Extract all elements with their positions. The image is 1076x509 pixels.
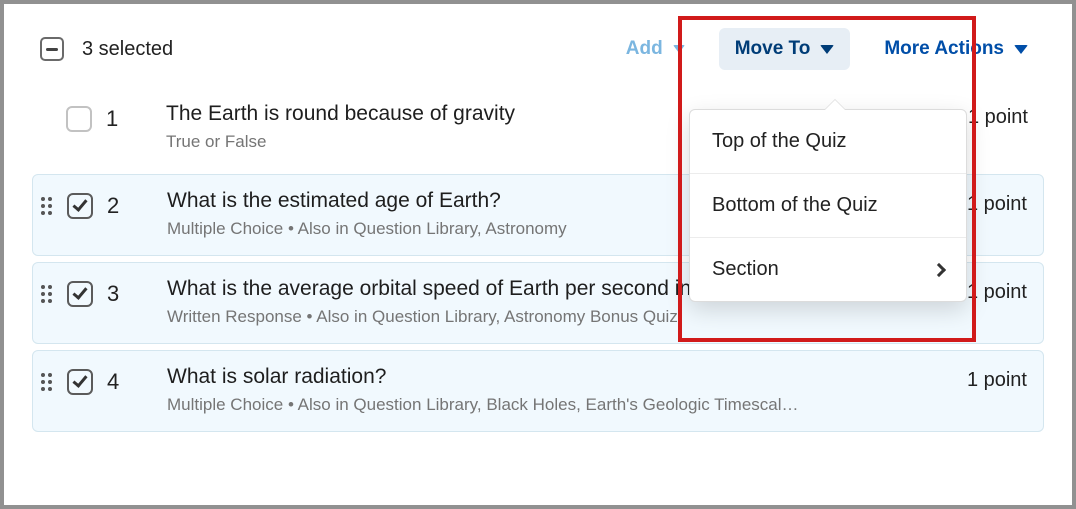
menu-item-label: Top of the Quiz <box>712 130 847 153</box>
menu-item-top-of-quiz[interactable]: Top of the Quiz <box>690 110 966 174</box>
chevron-down-icon <box>820 45 834 54</box>
check-icon <box>72 284 87 300</box>
drag-handle[interactable] <box>41 365 61 391</box>
menu-item-label: Section <box>712 258 779 281</box>
move-to-label: Move To <box>735 38 811 60</box>
chevron-down-icon <box>1014 45 1028 54</box>
question-number: 1 <box>106 102 140 132</box>
chevron-right-icon <box>932 262 946 276</box>
row-checkbox[interactable] <box>67 193 93 219</box>
chevron-down-icon <box>673 45 685 53</box>
move-to-button[interactable]: Move To <box>719 28 851 70</box>
menu-item-label: Bottom of the Quiz <box>712 194 878 217</box>
drag-handle[interactable] <box>41 277 61 303</box>
select-all-checkbox[interactable] <box>40 37 64 61</box>
question-sub: Written Response • Also in Question Libr… <box>167 307 951 327</box>
question-title[interactable]: What is solar radiation? <box>167 365 951 389</box>
more-actions-button[interactable]: More Actions <box>868 28 1044 70</box>
selected-count: 3 selected <box>82 38 173 61</box>
drag-handle[interactable] <box>41 189 61 215</box>
move-to-menu: Top of the Quiz Bottom of the Quiz Secti… <box>689 109 967 302</box>
question-number: 2 <box>107 189 141 219</box>
check-icon <box>72 196 87 212</box>
add-button[interactable]: Add <box>610 28 701 70</box>
more-actions-label: More Actions <box>884 38 1004 60</box>
row-checkbox[interactable] <box>67 281 93 307</box>
question-number: 4 <box>107 365 141 395</box>
question-row: 4 What is solar radiation? Multiple Choi… <box>32 350 1044 432</box>
row-checkbox[interactable] <box>67 369 93 395</box>
question-sub: Multiple Choice • Also in Question Libra… <box>167 395 951 415</box>
check-icon <box>72 372 87 388</box>
question-points: 1 point <box>951 365 1035 392</box>
menu-item-section[interactable]: Section <box>690 238 966 301</box>
question-number: 3 <box>107 277 141 307</box>
toolbar: 3 selected Add Move To More Actions <box>4 4 1072 88</box>
add-label: Add <box>626 38 663 60</box>
indeterminate-icon <box>46 48 58 51</box>
row-checkbox[interactable] <box>66 106 92 132</box>
menu-item-bottom-of-quiz[interactable]: Bottom of the Quiz <box>690 174 966 238</box>
